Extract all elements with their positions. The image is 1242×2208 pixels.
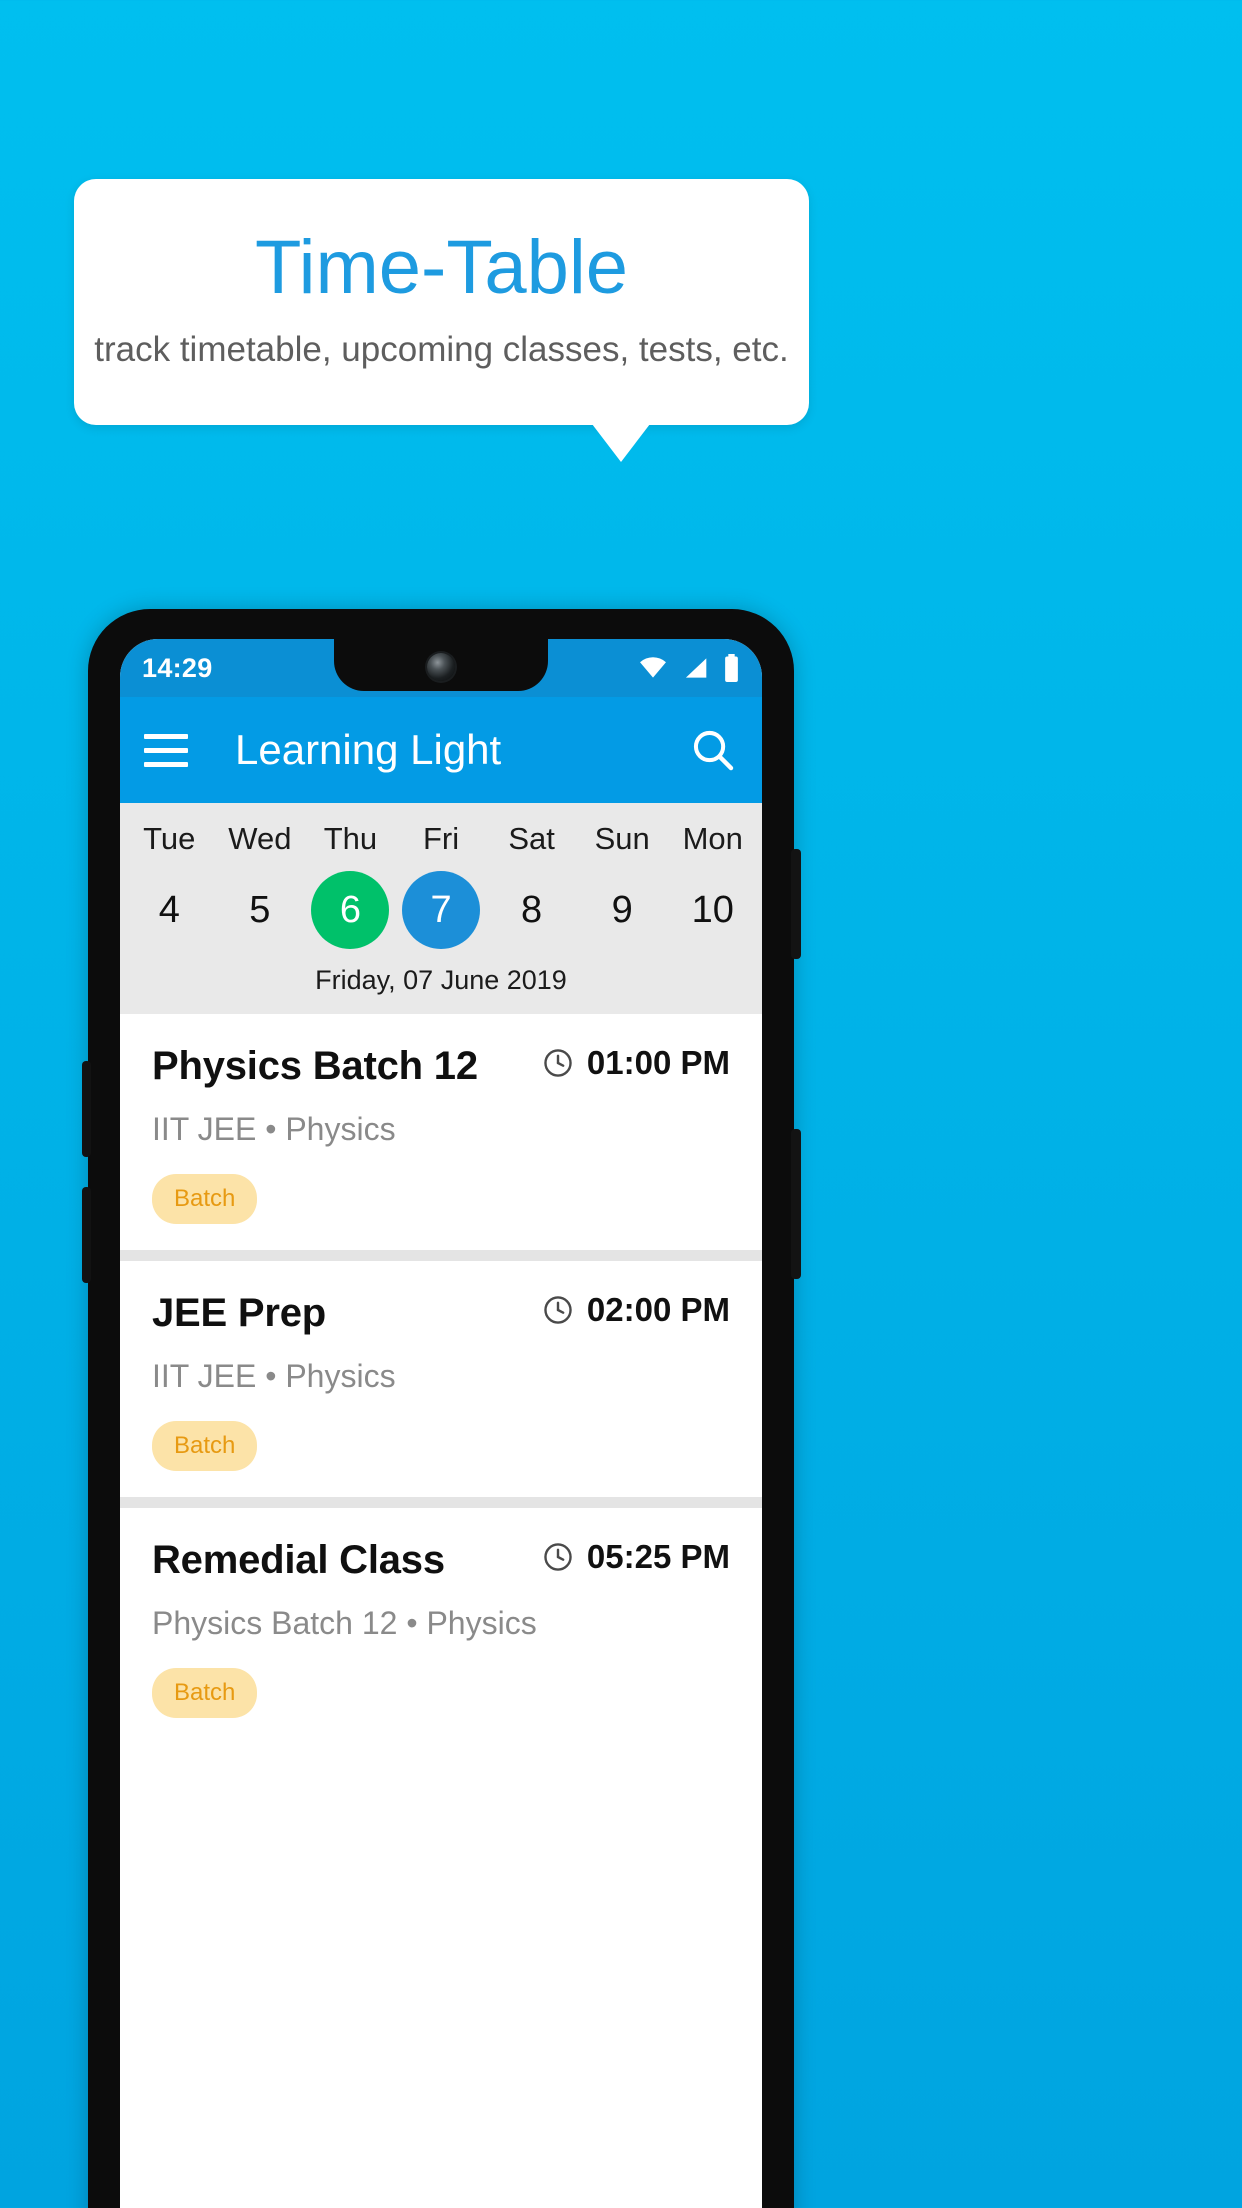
promo-callout-card: Time-Table track timetable, upcoming cla… [74, 179, 809, 425]
volume-down-button[interactable] [82, 1187, 91, 1283]
app-title: Learning Light [235, 726, 502, 773]
day-number: 8 [521, 888, 543, 931]
hamburger-line [144, 747, 188, 753]
clock-icon [544, 1049, 572, 1077]
signal-icon [685, 658, 707, 678]
event-time-group: 02:00 PM [542, 1291, 730, 1329]
day-name: Fri [422, 821, 460, 856]
event-subtitle: IIT JEE • Physics [152, 1111, 396, 1147]
hamburger-menu-icon[interactable] [144, 733, 188, 767]
power-button[interactable] [791, 849, 801, 959]
event-title: Physics Batch 12 [152, 1044, 478, 1088]
day-name: Mon [682, 821, 743, 856]
event-tag-badge: Batch [152, 1668, 258, 1718]
phone-mockup: 14:29 Learning Light Tue 4 Wed 5 Thu 6 F… [82, 609, 801, 2208]
search-button[interactable] [688, 725, 738, 775]
event-card[interactable]: Physics Batch 12 01:00 PM IIT JEE • Phys… [120, 1014, 762, 1250]
event-time-group: 05:25 PM [542, 1538, 730, 1576]
app-bar: Learning Light [120, 697, 762, 803]
event-time: 01:00 PM [586, 1044, 730, 1081]
promo-callout-tail [592, 424, 650, 462]
event-time: 05:25 PM [586, 1538, 730, 1575]
day-number-today: 6 [311, 871, 390, 949]
day-number: 9 [611, 888, 633, 931]
event-card-header: Physics Batch 12 01:00 PM [152, 1044, 730, 1089]
day-cell-tue[interactable]: Tue 4 [124, 821, 215, 949]
event-title: Remedial Class [152, 1538, 445, 1582]
event-card[interactable]: JEE Prep 02:00 PM IIT JEE • Physics Batc… [120, 1261, 762, 1497]
event-time: 02:00 PM [586, 1291, 730, 1328]
selected-date-label: Friday, 07 June 2019 [315, 965, 567, 995]
event-subtitle: IIT JEE • Physics [152, 1358, 396, 1394]
status-bar-clock: 14:29 [142, 652, 213, 683]
hamburger-line [144, 733, 188, 739]
day-cell-wed[interactable]: Wed 5 [215, 821, 306, 949]
day-number: 4 [158, 888, 180, 931]
volume-up-button[interactable] [82, 1061, 91, 1157]
day-number-selected: 7 [402, 871, 481, 949]
wifi-icon [640, 657, 666, 678]
day-name: Sat [508, 821, 555, 856]
day-cell-mon[interactable]: Mon 10 [667, 821, 758, 949]
event-card-header: JEE Prep 02:00 PM [152, 1291, 730, 1336]
date-strip: Tue 4 Wed 5 Thu 6 Fri 7 Sat 8 Sun 9 Mon … [120, 803, 762, 1014]
day-cell-sat[interactable]: Sat 8 [486, 821, 577, 949]
day-list: Tue 4 Wed 5 Thu 6 Fri 7 Sat 8 Sun 9 Mon … [120, 821, 762, 949]
clock-icon [544, 1296, 572, 1324]
search-icon [693, 730, 734, 771]
event-card[interactable]: Remedial Class 05:25 PM Physics Batch 12… [120, 1508, 762, 1744]
day-cell-thu[interactable]: Thu 6 [305, 821, 396, 949]
hamburger-line [144, 761, 188, 767]
status-bar-icons [638, 654, 740, 682]
day-name: Thu [323, 821, 378, 856]
promo-title: Time-Table [254, 225, 629, 311]
event-title: JEE Prep [152, 1291, 327, 1335]
event-card-header: Remedial Class 05:25 PM [152, 1538, 730, 1583]
battery-icon [725, 654, 738, 682]
day-name: Wed [228, 821, 292, 856]
assistant-button[interactable] [791, 1129, 801, 1279]
event-list: Physics Batch 12 01:00 PM IIT JEE • Phys… [120, 1014, 762, 1744]
event-subtitle: Physics Batch 12 • Physics [152, 1605, 537, 1641]
day-name: Sun [594, 821, 650, 856]
promo-subtitle: track timetable, upcoming classes, tests… [94, 329, 789, 369]
clock-icon [544, 1543, 572, 1571]
day-name: Tue [143, 821, 196, 856]
front-camera [427, 653, 455, 681]
event-tag-badge: Batch [152, 1174, 258, 1224]
day-number: 10 [691, 888, 734, 931]
event-time-group: 01:00 PM [542, 1044, 730, 1082]
day-cell-sun[interactable]: Sun 9 [577, 821, 668, 949]
event-tag-badge: Batch [152, 1421, 258, 1471]
day-cell-fri[interactable]: Fri 7 [396, 821, 487, 949]
day-number: 5 [249, 888, 271, 931]
phone-screen: 14:29 Learning Light Tue 4 Wed 5 Thu 6 F… [120, 639, 762, 2208]
